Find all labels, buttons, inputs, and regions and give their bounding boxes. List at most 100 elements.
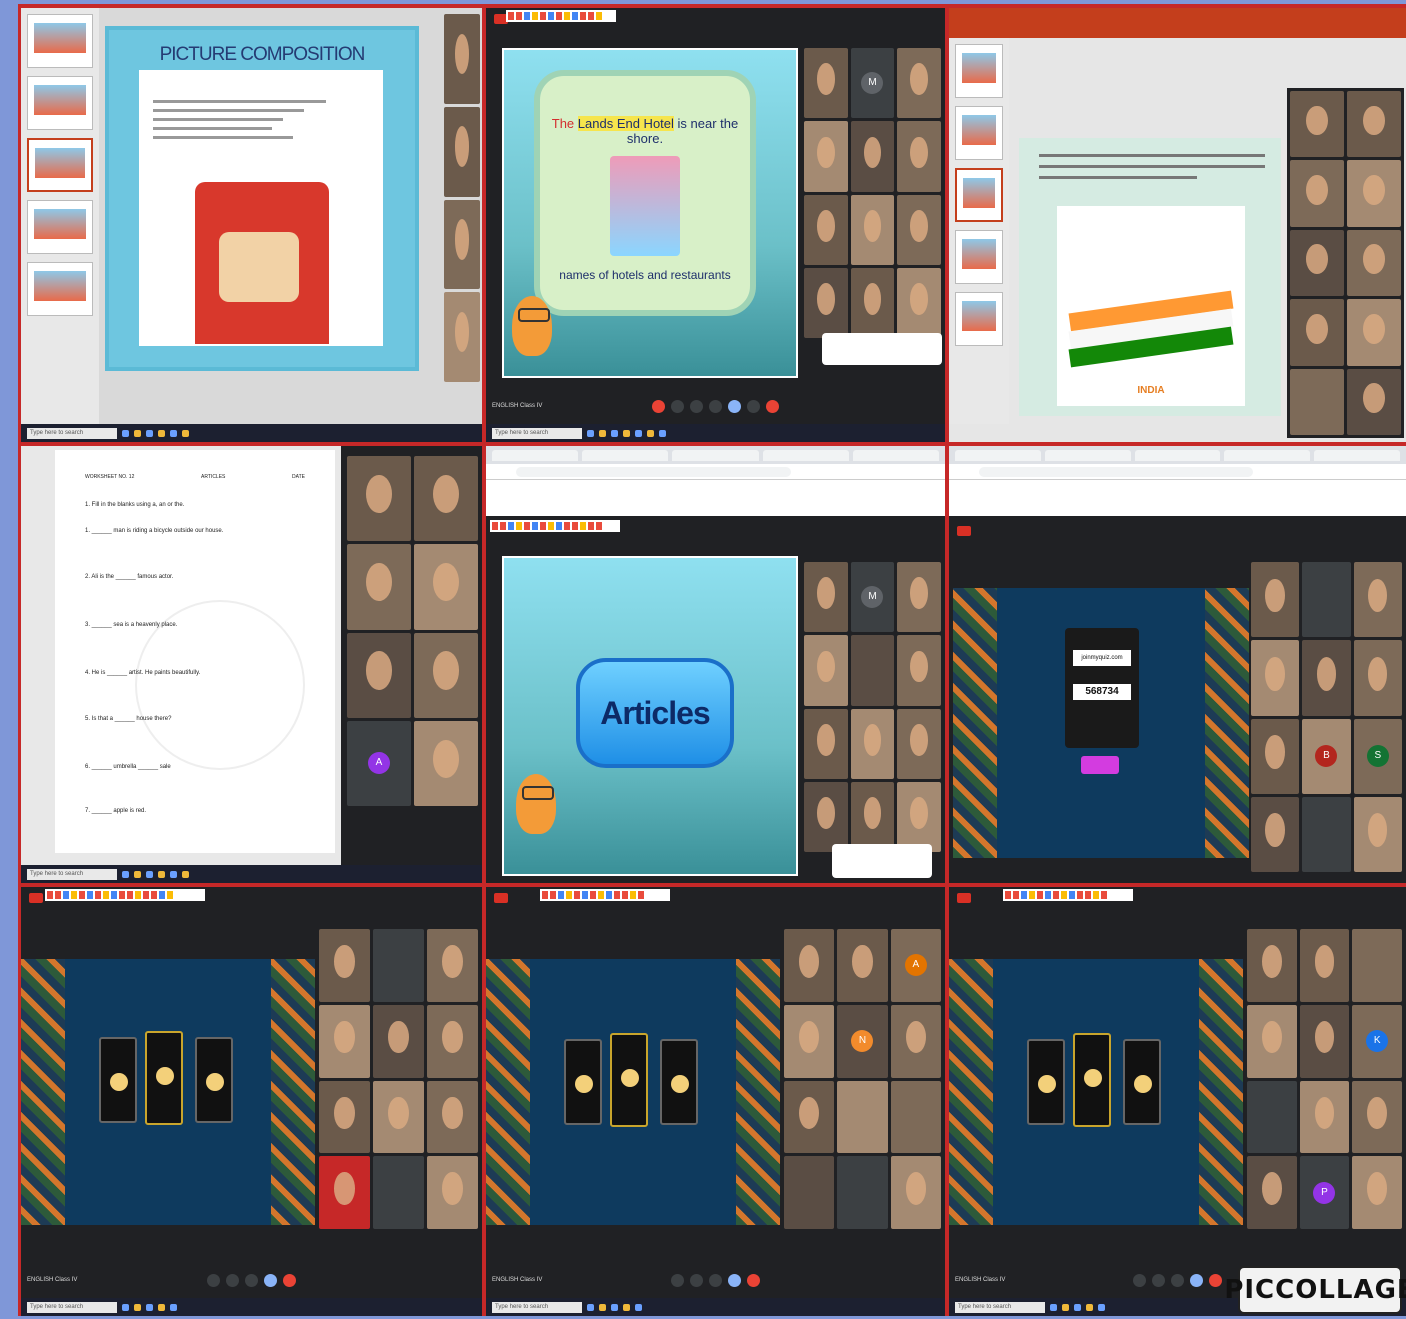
slide-thumb[interactable] (955, 44, 1003, 98)
participant-tile[interactable]: N (837, 1004, 888, 1078)
browser-tab[interactable] (1044, 449, 1131, 461)
participant-tile[interactable] (1290, 368, 1344, 435)
participant-tile[interactable] (373, 1156, 424, 1229)
captions-icon[interactable] (1171, 1273, 1184, 1287)
participant-tile[interactable]: B (1302, 718, 1351, 794)
camera-icon[interactable] (690, 1273, 703, 1287)
taskbar-search[interactable]: Type here to search (27, 427, 117, 439)
participant-tile[interactable] (804, 562, 848, 633)
chat-notification[interactable] (832, 844, 932, 878)
participant-tile[interactable] (1347, 229, 1401, 297)
taskbar-app-icon[interactable] (146, 429, 153, 437)
participant-tile[interactable] (897, 562, 941, 633)
browser-address-bar[interactable] (486, 464, 945, 480)
taskbar-app-icon[interactable] (134, 429, 141, 437)
participant-tile[interactable] (319, 929, 370, 1002)
participant-tile[interactable] (1302, 640, 1351, 716)
participant-tile[interactable] (373, 1080, 424, 1154)
participant-tile[interactable] (319, 1004, 370, 1078)
slide-thumb[interactable] (955, 230, 1003, 284)
taskbar-app-icon[interactable] (158, 429, 165, 437)
chat-notification[interactable] (822, 333, 942, 365)
participant-tile[interactable] (1299, 1080, 1350, 1154)
taskbar-search[interactable]: Type here to search (492, 427, 582, 439)
annotation-toolbar[interactable] (1003, 889, 1133, 901)
browser-tab[interactable] (672, 449, 759, 461)
browser-tab[interactable] (1134, 449, 1221, 461)
slide-thumb[interactable] (27, 262, 93, 316)
browser-tab[interactable] (955, 449, 1041, 461)
participant-tile[interactable]: S (1353, 718, 1402, 794)
pin-field[interactable]: 568734 (1073, 684, 1131, 700)
taskbar-app-icon[interactable] (170, 429, 177, 437)
participant-tile[interactable] (1352, 1080, 1402, 1154)
slide-thumbnails[interactable] (21, 8, 99, 424)
participant-tile[interactable] (1352, 1156, 1402, 1229)
end-call-icon[interactable] (1209, 1273, 1222, 1287)
annotation-toolbar[interactable] (506, 10, 616, 22)
participant-tile[interactable] (1347, 91, 1401, 158)
participant-tile[interactable] (804, 267, 848, 338)
participant-tile[interactable] (897, 708, 941, 779)
participant-tile[interactable] (897, 194, 941, 265)
participant-tile[interactable] (427, 929, 478, 1002)
taskbar-search[interactable]: Type here to search (955, 1301, 1045, 1313)
participant-tile[interactable] (347, 544, 411, 630)
slide-thumb[interactable] (27, 200, 93, 254)
participant-tile[interactable] (1353, 640, 1402, 716)
captions-icon[interactable] (245, 1273, 258, 1287)
participant-tile[interactable] (444, 106, 480, 197)
participant-tile[interactable] (850, 708, 895, 779)
browser-tab[interactable] (492, 449, 579, 461)
mic-icon[interactable] (652, 399, 665, 413)
slide-thumb-selected[interactable] (27, 138, 93, 192)
participant-tile[interactable] (1290, 229, 1344, 297)
participant-tile[interactable] (1302, 796, 1351, 872)
slide-thumb[interactable] (955, 292, 1003, 346)
annotation-toolbar[interactable] (540, 889, 670, 901)
slide-thumbnails[interactable] (949, 38, 1009, 424)
annotation-toolbar[interactable] (45, 889, 205, 901)
mic-icon[interactable] (207, 1273, 220, 1287)
participant-tile[interactable] (427, 1156, 478, 1229)
participant-tile[interactable] (427, 1080, 478, 1154)
participant-tile[interactable] (804, 194, 848, 265)
end-call-icon[interactable] (766, 399, 779, 413)
participant-tile[interactable] (1290, 160, 1344, 227)
participant-tile[interactable] (414, 720, 478, 806)
participant-tile[interactable] (347, 632, 411, 718)
participant-tile[interactable] (784, 1004, 835, 1078)
participant-tile[interactable] (837, 1080, 888, 1154)
participant-tile[interactable] (319, 1156, 370, 1229)
participant-tile[interactable] (890, 1156, 941, 1229)
participant-tile[interactable] (850, 781, 895, 852)
participant-tile[interactable] (414, 632, 478, 718)
participant-tile[interactable] (850, 635, 895, 706)
participant-tile[interactable]: K (1352, 1004, 1402, 1078)
present-icon[interactable] (264, 1273, 277, 1287)
participant-tile[interactable] (1347, 299, 1401, 366)
join-url-field[interactable]: joinmyquiz.com (1073, 650, 1131, 666)
participant-tile[interactable] (1352, 929, 1402, 1002)
participant-tile[interactable] (427, 1004, 478, 1078)
participant-tile[interactable]: M (850, 562, 895, 633)
raise-hand-icon[interactable] (709, 399, 722, 413)
participant-tile[interactable] (804, 635, 848, 706)
participant-tile[interactable] (444, 14, 480, 104)
participant-tile[interactable] (1299, 1004, 1350, 1078)
participant-tile[interactable]: A (347, 720, 411, 806)
participant-tile[interactable] (1290, 299, 1344, 366)
more-icon[interactable] (747, 399, 760, 413)
slide-thumb-selected[interactable] (955, 168, 1003, 222)
participant-tile[interactable] (1347, 368, 1401, 435)
slide-thumb[interactable] (955, 106, 1003, 160)
join-button[interactable] (1081, 756, 1119, 774)
mic-icon[interactable] (671, 1273, 684, 1287)
camera-icon[interactable] (671, 399, 684, 413)
participant-tile[interactable] (1247, 1080, 1297, 1154)
browser-tab[interactable] (762, 449, 849, 461)
participant-tile[interactable] (1251, 796, 1300, 872)
participant-tile[interactable] (1353, 562, 1402, 638)
present-icon[interactable] (728, 399, 741, 413)
taskbar-search[interactable]: Type here to search (27, 1301, 117, 1313)
